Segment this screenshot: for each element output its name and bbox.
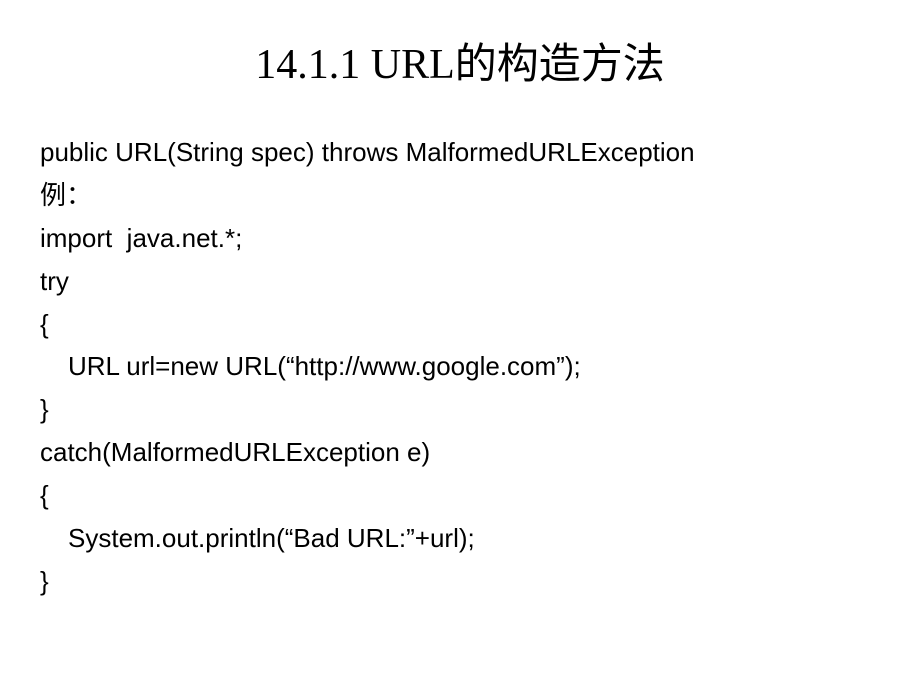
code-line-import: import java.net.*; [40,217,880,260]
slide-content: public URL(String spec) throws Malformed… [40,131,880,603]
code-line-signature: public URL(String spec) throws Malformed… [40,131,880,174]
code-line-close-brace-1: } [40,388,880,431]
code-line-open-brace-1: { [40,303,880,346]
code-line-open-brace-2: { [40,474,880,517]
code-line-url-new: URL url=new URL(“http://www.google.com”)… [40,345,880,388]
slide-title: 14.1.1 URL的构造方法 [40,30,880,91]
example-label: 例： [40,174,880,217]
code-line-println: System.out.println(“Bad URL:”+url); [40,517,880,560]
code-line-close-brace-2: } [40,560,880,603]
code-line-try: try [40,260,880,303]
code-line-catch: catch(MalformedURLException e) [40,431,880,474]
